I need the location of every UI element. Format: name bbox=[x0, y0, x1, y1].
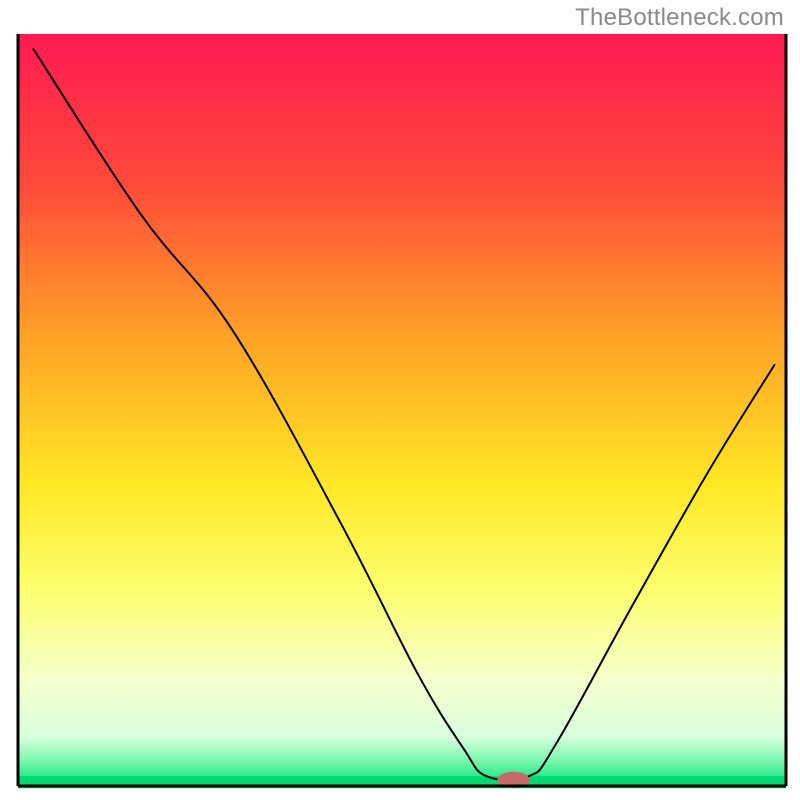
chart-background bbox=[18, 34, 786, 786]
watermark-text: TheBottleneck.com bbox=[575, 4, 784, 32]
chart-plot bbox=[0, 0, 800, 800]
chart-container: TheBottleneck.com bbox=[0, 0, 800, 800]
